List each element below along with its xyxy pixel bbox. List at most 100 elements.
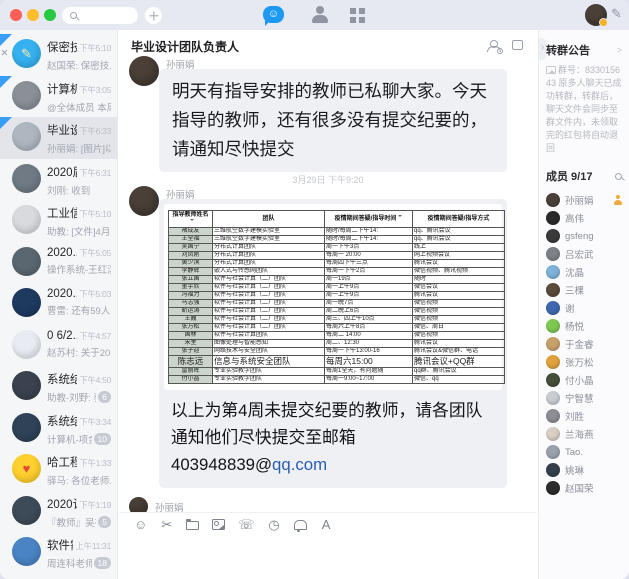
chat-list-item[interactable]: 软件需... 上午11:31 周连科老师: 下... 18 [0, 532, 117, 574]
chat-list-item[interactable]: 计算机... 下午3:05 @全体成员 本周... [0, 76, 117, 118]
unread-badge: 6 [98, 391, 111, 403]
member-row[interactable]: 张万松 [546, 353, 622, 371]
chat-list-item[interactable]: 毕业设... 下午6:33 孙丽娟: [图片]以... [0, 117, 117, 159]
flag-triangle-icon [0, 76, 12, 88]
member-row[interactable]: 杨悦 [546, 317, 622, 335]
members-header: 成员 9/17 [546, 168, 622, 184]
member-row[interactable]: 谢 [546, 299, 622, 317]
font-style-icon[interactable]: A [320, 517, 333, 532]
member-row[interactable]: 三棵 [546, 281, 622, 299]
member-row[interactable]: 兰海燕 [546, 425, 622, 443]
pasted-table-image[interactable]: 指导教师姓名 团队 疫情期间答疑/指导时间 疫情期间答疑/指导方式 [164, 204, 502, 390]
chat-title: 0 6/2... [47, 330, 77, 342]
member-row[interactable]: 高伟 [546, 209, 622, 227]
message-input[interactable] [119, 535, 537, 579]
message-scroll-area[interactable]: 孙丽娟 明天有指导安排的教师已私聊大家。今天指导的教师，还有很多没有提交纪要的，… [119, 54, 537, 512]
member-avatar [546, 337, 560, 351]
split-window-icon[interactable] [512, 40, 523, 50]
sender-avatar[interactable] [129, 186, 159, 216]
member-search-icon[interactable] [615, 173, 622, 180]
close-window-button[interactable] [10, 9, 22, 21]
chat-list-item[interactable]: 0 6/2... 下午4:57 赵苏村: 关于20... [0, 325, 117, 367]
table-row: 黄少滨 分布式计算团队 每周四下午三点 腾讯会议 [169, 260, 505, 268]
chat-preview: 驿马: 各位老师... [47, 473, 111, 487]
screenshot-scissors-icon[interactable]: ✂ [160, 517, 173, 532]
member-name: 赵国荣 [565, 481, 622, 495]
chat-preview: 『教师』吴祝霞:... [47, 515, 96, 529]
chat-title: 保密技... [47, 39, 77, 55]
message-bubble: 明天有指导安排的教师已私聊大家。今天指导的教师，还有很多没有提交纪要的，请通知尽… [159, 69, 507, 172]
member-name: 张万松 [565, 355, 622, 369]
chat-list-item[interactable]: 2020... 下午5:03 曹雷: 还有59人... [0, 283, 117, 325]
chat-list-item[interactable]: ♥ 哈工程... 下午1:33 驿马: 各位老师... [0, 449, 117, 491]
member-avatar [546, 373, 560, 387]
member-row[interactable]: Tao. [546, 443, 622, 461]
add-button[interactable] [145, 7, 162, 24]
table-row: 董宇欣 软件与社会计算（二）团队 周一上午9点 微信会议 [169, 284, 505, 292]
member-name: 宁智慧 [565, 391, 622, 405]
member-name: 刘胜 [565, 409, 622, 423]
notification-bell-icon[interactable] [294, 520, 307, 530]
history-clock-icon[interactable]: ◷ [268, 517, 281, 532]
avatar: ✎ [12, 39, 41, 68]
schedule-table: 指导教师姓名 团队 疫情期间答疑/指导时间 疫情期间答疑/指导方式 [168, 210, 505, 384]
unread-badge: 10 [94, 433, 111, 445]
member-avatar [546, 211, 560, 225]
announcement-header[interactable]: 转群公告 > [546, 42, 622, 58]
chat-title: 2020届... [47, 164, 77, 180]
chat-time: 下午5:10 [79, 208, 111, 220]
compose-pencil-icon[interactable]: ✎ [611, 6, 622, 22]
member-row[interactable]: 姚琳 [546, 461, 622, 479]
dismiss-x-icon[interactable] [1, 49, 8, 56]
member-avatar [546, 463, 560, 477]
minimize-window-button[interactable] [27, 9, 39, 21]
chat-time: 下午6:31 [79, 167, 111, 179]
sender-avatar[interactable] [129, 56, 159, 86]
emoji-icon[interactable]: ☺ [134, 517, 147, 532]
messages-tab[interactable]: ☺ [263, 6, 284, 23]
panel-collapse-handle[interactable]: › [539, 38, 546, 60]
zoom-window-button[interactable] [44, 9, 56, 21]
member-row[interactable]: 于金睿 [546, 335, 622, 353]
group-info-panel: › 转群公告 > 群号：833015643 原多人聊天已成功转群，转群后，聊天文… [538, 30, 629, 579]
member-avatar [546, 319, 560, 333]
chat-preview: 赵国荣: 保密技... [47, 58, 111, 72]
member-name: 高伟 [565, 211, 622, 225]
member-history-icon[interactable] [487, 40, 501, 52]
chat-list-item[interactable]: 工业信... 下午5:10 助教: [文件]4月1... [0, 200, 117, 242]
chat-list-item[interactable]: 系统结... 下午3:34 计算机-项金鹏:... 10 [0, 408, 117, 450]
chat-title: 2020... [47, 288, 77, 300]
member-row[interactable]: 宁智慧 [546, 389, 622, 407]
message-bubble-icon: ☺ [268, 8, 279, 20]
call-icon[interactable]: ☏ [238, 517, 254, 532]
table-row: 刘凤刚 分布式计算团队 每周一 20:00 网上视频会议 [169, 252, 505, 260]
chat-preview: 助教: [文件]4月1... [47, 224, 111, 238]
chat-time: 下午4:50 [79, 374, 111, 386]
chat-list-item[interactable]: 2020计... 下午1:19 『教师』吴祝霞:... 5 [0, 491, 117, 533]
chat-preview: 周连科老师: 下... [47, 556, 92, 570]
member-row[interactable]: 吕宏武 [546, 245, 622, 263]
file-folder-icon[interactable] [186, 521, 199, 530]
member-row[interactable]: 孙丽娟 [546, 191, 622, 209]
apps-grid-tab[interactable] [350, 8, 356, 14]
sender-avatar[interactable] [129, 497, 148, 512]
chat-preview: 曹雷: 还有59人... [47, 303, 111, 317]
chat-list-item[interactable]: 系统结... 下午4:50 助教-刘野: 获换... 6 [0, 366, 117, 408]
member-avatar [546, 445, 560, 459]
contacts-tab[interactable] [311, 5, 329, 24]
chat-list-item[interactable]: 2020届... 下午6:31 刘刚: 收到 [0, 159, 117, 201]
member-row[interactable]: gsfeng [546, 227, 622, 245]
announcement-title: 转群公告 [546, 42, 617, 58]
search-input[interactable] [62, 7, 138, 24]
member-row[interactable]: 沈晶 [546, 263, 622, 281]
chat-list-item[interactable]: ✎ 保密技... 下午5:10 赵国荣: 保密技... [0, 34, 117, 76]
member-row[interactable]: 付小晶 [546, 371, 622, 389]
member-name: 三棵 [565, 283, 622, 297]
member-row[interactable]: 刘胜 [546, 407, 622, 425]
table-row: 李静辉 嵌入式与传感网团队 每周一下午2点 微信视频、腾讯视频 [169, 268, 505, 276]
member-row[interactable]: 赵国荣 [546, 479, 622, 497]
chat-list-item[interactable]: 2020... 下午5:05 操作系统-王红滨... [0, 242, 117, 284]
image-icon[interactable] [212, 519, 225, 530]
email-link[interactable]: qq.com [272, 455, 327, 474]
group-owner-icon [614, 195, 622, 205]
